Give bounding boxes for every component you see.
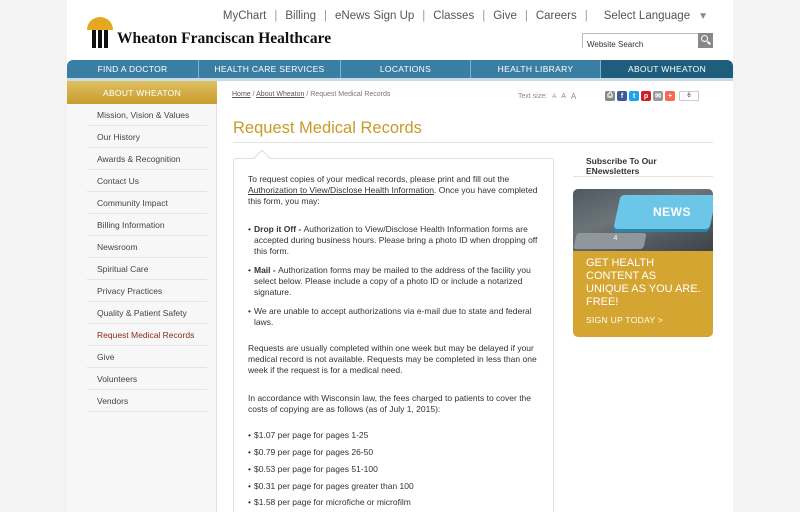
twitter-icon[interactable]: t bbox=[629, 91, 639, 101]
top-nav-billing[interactable]: Billing bbox=[285, 10, 316, 22]
newsletter-divider bbox=[573, 176, 713, 177]
sidebar-item-awards[interactable]: Awards & Recognition bbox=[87, 148, 207, 170]
nav-health-library[interactable]: HEALTH LIBRARY bbox=[471, 60, 601, 78]
sidebar-item-contact[interactable]: Contact Us bbox=[87, 170, 207, 192]
keyboard-news-image: NEWS 4 bbox=[573, 189, 713, 251]
print-icon[interactable]: ⎙ bbox=[605, 91, 615, 101]
sidebar-item-medical-records[interactable]: Request Medical Records bbox=[87, 324, 207, 346]
text-size-control: Text size: A A A bbox=[518, 92, 576, 101]
page-title: Request Medical Records bbox=[233, 119, 422, 137]
brand-name[interactable]: Wheaton Franciscan Healthcare bbox=[117, 30, 331, 48]
top-nav-mychart[interactable]: MyChart bbox=[223, 10, 266, 22]
pinterest-icon[interactable]: p bbox=[641, 91, 651, 101]
news-key: NEWS bbox=[613, 195, 713, 229]
nav-locations[interactable]: LOCATIONS bbox=[341, 60, 471, 78]
newsletter-signup-link[interactable]: SIGN UP TODAY > bbox=[586, 315, 663, 325]
main-nav: FIND A DOCTOR HEALTH CARE SERVICES LOCAT… bbox=[67, 60, 733, 78]
content-box bbox=[233, 158, 554, 512]
sidebar-item-mission[interactable]: Mission, Vision & Values bbox=[87, 104, 207, 126]
share-toolbar: ⎙ f t p ✉ + 6 bbox=[605, 91, 699, 101]
share-count: 6 bbox=[679, 91, 699, 101]
fee-item: $1.07 per page for pages 1-25 bbox=[248, 430, 544, 441]
text-size-label: Text size: bbox=[518, 93, 548, 100]
sidebar-list: Mission, Vision & Values Our History Awa… bbox=[67, 104, 217, 412]
top-nav-careers[interactable]: Careers bbox=[536, 10, 577, 22]
sidebar-header[interactable]: ABOUT WHEATON bbox=[67, 81, 217, 104]
sidebar-item-vendors[interactable]: Vendors bbox=[87, 390, 207, 412]
logo-icon[interactable] bbox=[87, 15, 113, 49]
facebook-icon[interactable]: f bbox=[617, 91, 627, 101]
sidebar: ABOUT WHEATON Mission, Vision & Values O… bbox=[67, 81, 217, 512]
email-icon[interactable]: ✉ bbox=[653, 91, 663, 101]
title-divider bbox=[233, 142, 713, 143]
timing-paragraph: Requests are usually completed within on… bbox=[248, 343, 537, 376]
fees-intro-paragraph: In accordance with Wisconsin law, the fe… bbox=[248, 393, 532, 415]
top-nav-give[interactable]: Give bbox=[493, 10, 517, 22]
utility-nav: MyChart | Billing | eNews Sign Up | Classes… bbox=[222, 10, 708, 22]
text-size-large[interactable]: A bbox=[571, 92, 576, 101]
keyboard-key: 4 bbox=[573, 233, 647, 249]
sidebar-item-spiritual-care[interactable]: Spiritual Care bbox=[87, 258, 207, 280]
breadcrumb-about[interactable]: About Wheaton bbox=[256, 91, 304, 98]
list-item-drop-off: Drop it Off - Authorization to View/Disc… bbox=[248, 224, 544, 258]
breadcrumb-home[interactable]: Home bbox=[232, 91, 251, 98]
search-box bbox=[582, 33, 713, 51]
search-button[interactable] bbox=[698, 33, 713, 48]
fee-item: $0.79 per page for pages 26-50 bbox=[248, 447, 544, 458]
text-size-small[interactable]: A bbox=[552, 94, 556, 100]
fee-item: $0.53 per page for pages 51-100 bbox=[248, 464, 544, 475]
sidebar-item-privacy[interactable]: Privacy Practices bbox=[87, 280, 207, 302]
language-select[interactable]: Select Language bbox=[604, 10, 690, 22]
newsletter-promo[interactable]: NEWS 4 GET HEALTH CONTENT AS UNIQUE AS Y… bbox=[573, 189, 713, 337]
sidebar-item-volunteers[interactable]: Volunteers bbox=[87, 368, 207, 390]
breadcrumb-current: / Request Medical Records bbox=[304, 91, 391, 98]
chevron-down-icon[interactable]: ▼ bbox=[698, 11, 708, 22]
sidebar-item-billing[interactable]: Billing Information bbox=[87, 214, 207, 236]
sidebar-item-newsroom[interactable]: Newsroom bbox=[87, 236, 207, 258]
authorization-form-link[interactable]: Authorization to View/Disclose Health In… bbox=[248, 185, 434, 195]
newsletter-title: Subscribe To Our ENewsletters bbox=[586, 156, 657, 176]
list-item-email: We are unable to accept authorizations v… bbox=[248, 306, 544, 328]
sidebar-item-give[interactable]: Give bbox=[87, 346, 207, 368]
text-size-medium[interactable]: A bbox=[561, 93, 566, 100]
fee-item: $0.31 per page for pages greater than 10… bbox=[248, 481, 544, 492]
nav-health-care-services[interactable]: HEALTH CARE SERVICES bbox=[199, 60, 341, 78]
list-item-mail: Mail - Authorization forms may be mailed… bbox=[248, 265, 544, 299]
sidebar-item-quality[interactable]: Quality & Patient Safety bbox=[87, 302, 207, 324]
nav-about-wheaton[interactable]: ABOUT WHEATON bbox=[601, 60, 733, 78]
addthis-icon[interactable]: + bbox=[665, 91, 675, 101]
search-input[interactable] bbox=[583, 38, 712, 51]
sidebar-item-history[interactable]: Our History bbox=[87, 126, 207, 148]
top-nav-enews[interactable]: eNews Sign Up bbox=[335, 10, 414, 22]
intro-paragraph: To request copies of your medical record… bbox=[248, 174, 538, 207]
breadcrumb: Home / About Wheaton / Request Medical R… bbox=[232, 91, 391, 98]
top-nav-classes[interactable]: Classes bbox=[433, 10, 474, 22]
newsletter-headline: GET HEALTH CONTENT AS UNIQUE AS YOU ARE.… bbox=[586, 257, 701, 308]
fee-item: $1.58 per page for microfiche or microfi… bbox=[248, 497, 544, 508]
sidebar-item-community[interactable]: Community Impact bbox=[87, 192, 207, 214]
nav-find-a-doctor[interactable]: FIND A DOCTOR bbox=[67, 60, 199, 78]
